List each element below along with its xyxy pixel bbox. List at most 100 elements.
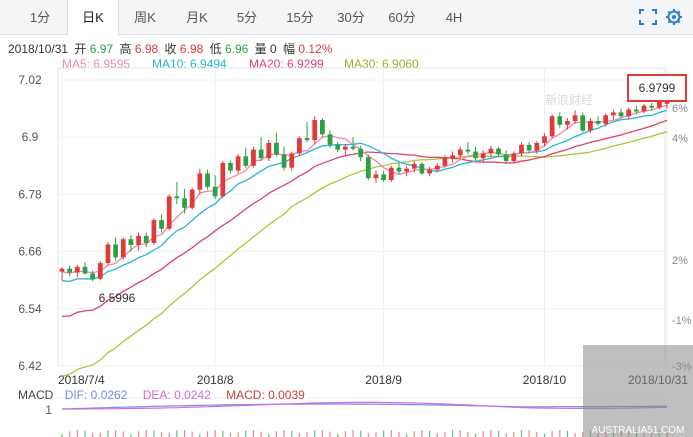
ma10-line (61, 109, 668, 283)
macd-histogram-bar (237, 432, 239, 437)
candle-body (549, 116, 555, 137)
macd-dea-value: DEA: 0.0242 (142, 388, 211, 402)
brand-watermark: 新浪财经 (545, 92, 593, 107)
macd-histogram-bar (137, 431, 140, 437)
macd-histogram-bar (536, 431, 538, 437)
candle-body (59, 268, 65, 272)
candle-body (327, 134, 333, 145)
candle-body (626, 109, 632, 117)
macd-dif-value: DIF: 0.0262 (64, 388, 128, 402)
macd-histogram-bar (176, 430, 178, 437)
y-tick-label: 6.78 (18, 187, 42, 201)
candle-body (297, 138, 302, 154)
candle-body (588, 120, 593, 131)
candle-body (542, 136, 547, 143)
candle-body (450, 155, 455, 159)
high-price-annotation: 6.9799 (639, 81, 676, 95)
candle-body (496, 148, 501, 155)
corner-watermark-badge (583, 345, 693, 437)
candle-body (396, 167, 402, 172)
macd-histogram-bar (168, 432, 170, 437)
candle-body (427, 169, 432, 174)
macd-histogram-bar (505, 433, 507, 437)
candle-body (159, 220, 164, 229)
macd-title: MACD (18, 388, 54, 402)
candle-body (120, 239, 126, 258)
macd-histogram-bar (474, 433, 477, 437)
macd-histogram-bar (390, 430, 392, 437)
y-tick-label: 6.9 (22, 130, 39, 144)
candle-body (656, 101, 662, 108)
macd-histogram-bar (122, 431, 124, 437)
candle-body (603, 115, 609, 124)
candle-body (434, 165, 440, 170)
macd-histogram-bar (183, 430, 186, 437)
x-tick-label: 2018/8 (197, 373, 234, 387)
candle-body (534, 142, 540, 151)
candle-body (166, 196, 172, 229)
candle-body (649, 105, 655, 108)
macd-histogram-bar (520, 430, 523, 437)
candle-body (519, 144, 524, 154)
candle-body (404, 168, 409, 172)
candle-body (411, 163, 417, 169)
candle-body (189, 189, 195, 208)
macd-value: MACD: 0.0039 (226, 388, 305, 402)
macd-histogram-bar (84, 430, 86, 437)
candle-body (381, 174, 387, 181)
macd-histogram-bar (421, 430, 423, 437)
candle-body (320, 120, 325, 135)
candlestick-chart[interactable]: 7.026.96.786.666.546.426%4%2%-1%-3%2018/… (0, 0, 693, 437)
candle-body (266, 142, 272, 159)
macd-histogram-bar (383, 430, 385, 437)
candle-body (97, 263, 103, 279)
macd-histogram-bar (344, 431, 346, 437)
right-percent-tick: 2% (672, 255, 688, 267)
macd-histogram-bar (298, 432, 301, 437)
macd-histogram-bar (543, 433, 546, 437)
macd-histogram-bar (214, 430, 216, 437)
macd-histogram-bar (245, 430, 247, 437)
macd-histogram-bar (459, 430, 461, 437)
macd-histogram-bar (444, 432, 446, 437)
candle-body (74, 266, 80, 273)
right-percent-tick: 4% (672, 133, 688, 145)
ma20-line (61, 119, 668, 318)
candle-body (342, 146, 348, 150)
macd-histogram-bar (145, 430, 147, 437)
macd-histogram-bar (574, 433, 576, 437)
candle-body (526, 144, 532, 151)
candle-body (511, 153, 517, 162)
candle-body (358, 148, 364, 158)
candle-body (618, 112, 624, 117)
macd-histogram-bar (428, 430, 431, 437)
candle-body (281, 154, 287, 168)
candle-body (251, 149, 256, 166)
candle-body (174, 196, 180, 199)
macd-histogram-bar (528, 430, 530, 437)
macd-histogram-bar (490, 430, 492, 437)
macd-histogram-bar (551, 431, 553, 437)
candle-body (480, 153, 486, 159)
macd-histogram-bar (153, 430, 155, 437)
candle-body (304, 138, 310, 141)
candle-body (488, 148, 494, 154)
macd-histogram-bar (436, 432, 438, 437)
y-tick-label: 6.54 (18, 302, 42, 316)
macd-histogram-bar (375, 432, 377, 437)
candle-body (388, 167, 394, 181)
ma30-line (61, 131, 668, 377)
y-tick-label: 6.42 (18, 359, 42, 373)
macd-histogram-bar (314, 430, 316, 437)
macd-histogram-bar (513, 432, 515, 437)
macd-histogram-bar (367, 432, 369, 437)
plot-frame (57, 67, 666, 367)
candle-body (67, 268, 73, 273)
macd-histogram-bar (107, 430, 109, 437)
candle-body (473, 151, 478, 159)
macd-histogram-bar (260, 431, 262, 437)
candle-body (128, 239, 134, 245)
macd-histogram-bar (482, 431, 484, 437)
macd-histogram-bar (497, 430, 500, 437)
candle-body (580, 115, 586, 131)
